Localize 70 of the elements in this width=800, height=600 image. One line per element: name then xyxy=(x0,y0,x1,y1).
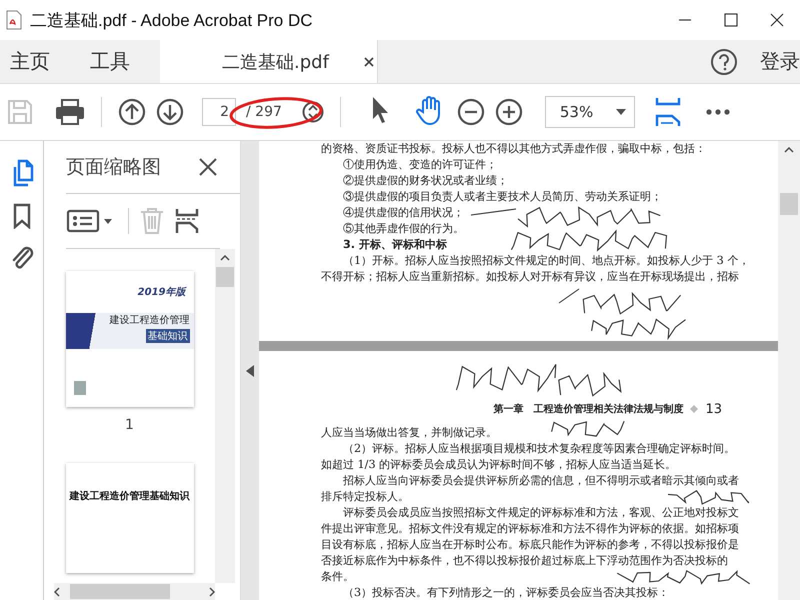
text-line: 目设有标底，招标人应当在开标时公布。标底只能作为评标的参考，不得以投标报价是 xyxy=(321,537,739,553)
text-line: （3）投标否决。有下列情形之一的，评标委员会应当否决其投标： xyxy=(342,585,670,600)
thumbnail-text: 建设工程造价管理基础知识 xyxy=(70,490,190,503)
close-icon[interactable] xyxy=(770,13,784,27)
zoom-out-icon[interactable] xyxy=(456,98,485,126)
nav-tab[interactable]: 工具 xyxy=(80,40,140,83)
close-icon[interactable] xyxy=(364,56,374,66)
text-line: ②提供虚假的财务状况或者业绩； xyxy=(342,173,508,189)
text-line: 排斥特定投标人。 xyxy=(321,489,409,505)
text-line: 的资格、资质证书投标。投标人也不得以其他方式弄虚作假，骗取中标，包括： xyxy=(321,141,706,157)
text-line: 人应当当场做出答复，并制做记录。 xyxy=(321,425,497,441)
maximize-icon[interactable] xyxy=(724,13,738,27)
scrollbar[interactable] xyxy=(54,583,215,600)
arrow-down-icon[interactable] xyxy=(156,98,184,126)
text-line: ④提供虚假的信用状况； xyxy=(342,205,464,221)
caret-icon xyxy=(616,109,626,115)
thumbnail-text: 2019年版 xyxy=(138,286,186,299)
page-number: 13 xyxy=(705,402,722,416)
arrow-up-icon[interactable] xyxy=(118,98,146,126)
chevron-up-icon[interactable] xyxy=(784,147,794,153)
text-line: 评标委员会成员应当按照招标文件规定的评标标准和方法，客观、公正地对投标文 xyxy=(342,505,739,521)
help-icon[interactable] xyxy=(710,48,738,76)
text-line: （1）开标。招标人应当按照招标文件规定的时间、地点开标。如投标人少于 3 个， xyxy=(342,253,750,269)
pdf-file-icon xyxy=(6,10,22,30)
scrollbar-thumb[interactable] xyxy=(70,584,170,599)
leader-line xyxy=(471,209,516,215)
text-line: 条件。 xyxy=(321,569,354,585)
thumbnail-text: 基础知识 xyxy=(146,329,190,343)
nav-tab[interactable]: 主页 xyxy=(0,40,60,83)
document-tab[interactable]: 二造基础.pdf xyxy=(160,40,378,83)
chevron-up-icon[interactable] xyxy=(220,255,230,261)
page-count: / 297 xyxy=(246,104,282,120)
scrollbar-thumb[interactable] xyxy=(780,193,798,215)
diamond-icon xyxy=(689,404,700,414)
fit-page-icon[interactable] xyxy=(654,96,681,128)
chevron-left-icon[interactable] xyxy=(54,586,60,596)
text-line: 招标人应当向评标委员会提供评标所必需的信息，但不得明示或者暗示其倾向或者 xyxy=(342,473,739,489)
extract-pages-icon[interactable] xyxy=(175,207,199,235)
text-line: 否接近标底作为中标条件，也不得以投标报价超过标底上下浮动范围作为否决投标的 xyxy=(321,553,728,569)
leader-line xyxy=(559,289,579,303)
running-header: 第一章 工程造价管理相关法律法规与制度 xyxy=(493,402,684,416)
text-line: ⑤其他弄虚作假的行为。 xyxy=(342,221,464,237)
thumbnail-text: 建设工程造价管理 xyxy=(110,313,190,327)
panel-title: 页面缩略图 xyxy=(66,155,161,180)
zoom-in-icon[interactable] xyxy=(494,98,523,126)
text-line: ③提供虚假的项目负责人或者主要技术人员简历、劳动关系证明； xyxy=(342,189,662,205)
text-line: 件提出评审意见。招标文件没有规定的评标标准和方法不得作为评标的依据。如招标项 xyxy=(321,521,739,537)
text-line: （2）评标。招标人应当根据项目规模和技术复杂程度等因素合理确定评标时间。 xyxy=(342,441,736,457)
zoom-dropdown[interactable]: 53% xyxy=(544,96,635,128)
chevron-right-icon[interactable] xyxy=(209,586,215,596)
more-icon[interactable] xyxy=(704,108,731,116)
window-title: 二造基础.pdf - Adobe Acrobat Pro DC xyxy=(30,10,313,32)
text-line: 不得开标；招标人应当重新招标。如投标人对开标有异议，应当在开标现场提出，招标 xyxy=(321,269,739,285)
text-line: ①使用伪造、变造的许可证件； xyxy=(342,157,497,173)
scrollbar[interactable] xyxy=(778,141,800,600)
sign-in-link[interactable]: 登录 xyxy=(760,48,800,75)
panel-collapse-handle[interactable] xyxy=(240,141,259,600)
close-icon[interactable] xyxy=(198,157,218,177)
page-number-label: 1 xyxy=(125,417,134,433)
scrollbar[interactable] xyxy=(215,249,235,583)
print-icon[interactable] xyxy=(55,98,85,126)
section-heading: 3. 开标、评标和中标 xyxy=(342,237,447,253)
text-line: 如超过 1/3 的评标委员会成员认为评标时间不够，招标人应当适当延长。 xyxy=(321,457,676,473)
page-thumbnail[interactable]: 2019年版 建设工程造价管理 基础知识 xyxy=(66,271,194,407)
bookmark-icon[interactable] xyxy=(12,203,30,229)
page-stepper-icon[interactable] xyxy=(302,101,324,123)
scrollbar-thumb[interactable] xyxy=(216,267,234,287)
page-thumbnail[interactable]: 建设工程造价管理基础知识 xyxy=(66,463,194,573)
collapse-arrow-icon[interactable] xyxy=(246,364,254,376)
page-number-field[interactable]: 2 xyxy=(202,98,236,126)
